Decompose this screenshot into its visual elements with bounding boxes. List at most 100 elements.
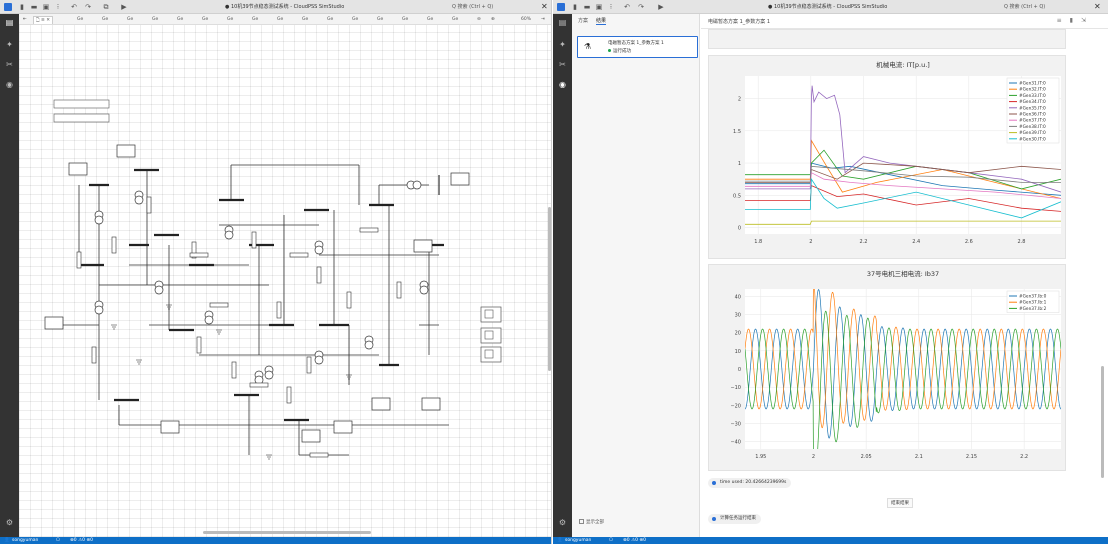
scope-block: [480, 306, 502, 323]
tab-13[interactable]: Ge: [402, 16, 408, 24]
clear-results-button[interactable]: 结束结果: [887, 498, 913, 508]
tab-0[interactable]: Ge: [77, 16, 83, 24]
tab-12[interactable]: Ge: [377, 16, 383, 24]
transformer-coil: [314, 355, 324, 365]
generator-box: [301, 429, 321, 443]
status-problems[interactable]: ⊗0 ⚠0 ⊛0: [70, 537, 93, 544]
tools-icon[interactable]: ✂: [5, 60, 14, 69]
legend-label: #Gen39.IT:0: [1019, 130, 1046, 136]
activity-bar: ▤ ✦ ✂ ◉ ⚙: [553, 14, 572, 537]
explorer-icon[interactable]: ▤: [5, 18, 14, 27]
status-user[interactable]: songyuman: [12, 537, 38, 544]
tab-8[interactable]: Ge: [277, 16, 283, 24]
save-icon[interactable]: ▣: [42, 3, 50, 11]
tab-7[interactable]: Ge: [252, 16, 258, 24]
legend-label: #Gen37.Ib:1: [1019, 300, 1047, 306]
job-title: 电磁暂态方案 1_参数方案 1: [608, 41, 664, 46]
tab-results[interactable]: 结果: [596, 17, 607, 25]
legend-label: #Gen37.Ib:0: [1019, 294, 1047, 300]
tab-14[interactable]: Ge: [427, 16, 433, 24]
settings-gear-icon[interactable]: ⚙: [5, 518, 14, 527]
tab-9[interactable]: Ge: [302, 16, 308, 24]
open-folder-icon[interactable]: ▬: [30, 3, 38, 11]
result-toolbar: ≡▮⇲: [1057, 17, 1094, 24]
tools-icon[interactable]: ✂: [558, 60, 567, 69]
run-panel-icon[interactable]: ◉: [5, 80, 14, 89]
y-tick-label: 10: [735, 349, 741, 355]
tab-3[interactable]: Ge: [152, 16, 158, 24]
settings-gear-icon[interactable]: ⚙: [558, 518, 567, 527]
transformer-coil: [419, 285, 429, 295]
run-icon[interactable]: ▶: [120, 3, 128, 11]
diagram-canvas[interactable]: [19, 25, 551, 537]
delete-icon[interactable]: ▮: [1070, 17, 1081, 24]
tab-6[interactable]: Ge: [227, 16, 233, 24]
open-folder-icon[interactable]: ▬: [583, 3, 591, 11]
generator-box: [450, 172, 470, 186]
tab-5[interactable]: Ge: [202, 16, 208, 24]
redo-icon[interactable]: ↷: [84, 3, 92, 11]
status-problems[interactable]: ⊗0 ⚠0 ⊛0: [623, 537, 646, 544]
transformer-coil: [264, 370, 274, 380]
explorer-icon[interactable]: ▤: [558, 18, 567, 27]
fit-icon[interactable]: ⇥: [541, 16, 545, 24]
tab-15[interactable]: Ge: [452, 16, 458, 24]
run-icon[interactable]: ▶: [657, 3, 665, 11]
layout-icon[interactable]: ⧉: [102, 3, 110, 11]
zoom-level: 60%: [521, 17, 532, 22]
tab-scheme[interactable]: 方案: [578, 17, 588, 24]
editor-window: ▮ ▬ ▣ ⁝ ↶ ↷ ⧉ ▶ ● 10机39节点稳态测试系统 - CloudP…: [0, 0, 552, 544]
y-tick-label: 0: [738, 226, 741, 232]
menu-more-icon[interactable]: ⁝: [607, 3, 615, 11]
y-tick-label: −20: [730, 403, 741, 409]
chart-card-prev: [708, 29, 1066, 49]
undo-icon[interactable]: ↶: [70, 3, 78, 11]
line-element: [76, 251, 82, 269]
tab-collapse-icon[interactable]: ⇤: [23, 16, 27, 24]
save-icon[interactable]: ▣: [595, 3, 603, 11]
x-tick-label: 2: [812, 454, 815, 460]
close-icon[interactable]: ✕: [541, 2, 548, 11]
list-icon[interactable]: ≡: [1057, 17, 1070, 24]
horizontal-scrollbar[interactable]: [203, 531, 371, 534]
tab-10[interactable]: Ge: [327, 16, 333, 24]
tab-11[interactable]: Ge: [352, 16, 358, 24]
search-box[interactable]: Q 搜索 (Ctrl + Q): [1004, 3, 1045, 10]
export-icon[interactable]: ⇲: [1081, 17, 1094, 24]
menu-more-icon[interactable]: ⁝: [54, 3, 62, 11]
zoom-in-icon[interactable]: ⊕: [491, 16, 495, 24]
status-user[interactable]: songyuman: [565, 537, 591, 544]
x-tick-label: 2.2: [860, 239, 868, 245]
component-icon[interactable]: ✦: [558, 40, 567, 49]
search-box[interactable]: Q 搜索 (Ctrl + Q): [452, 3, 493, 10]
status-bell-icon: ⎔: [56, 538, 60, 543]
checkbox-icon[interactable]: [579, 519, 584, 524]
new-file-icon[interactable]: ▮: [571, 3, 579, 11]
show-all-label: 显示全部: [586, 520, 604, 525]
run-panel-icon[interactable]: ◉: [558, 80, 567, 89]
component-icon[interactable]: ✦: [5, 40, 14, 49]
x-tick-label: 1.8: [754, 239, 762, 245]
tab-active[interactable]: 🗋 ≡ ✕: [33, 16, 54, 24]
tab-2[interactable]: Ge: [127, 16, 133, 24]
zoom-out-icon[interactable]: ⊖: [477, 16, 481, 24]
close-icon[interactable]: ✕: [1094, 2, 1101, 11]
undo-icon[interactable]: ↶: [623, 3, 631, 11]
vertical-scrollbar[interactable]: [548, 207, 551, 371]
redo-icon[interactable]: ↷: [637, 3, 645, 11]
tab-1[interactable]: Ge: [102, 16, 108, 24]
show-all-toggle[interactable]: 显示全部: [579, 519, 604, 525]
tab-4[interactable]: Ge: [177, 16, 183, 24]
x-tick-label: 2.1: [915, 454, 923, 460]
transformer-coil: [314, 245, 324, 255]
source-circle: [412, 180, 422, 190]
result-scrollbar[interactable]: [1101, 366, 1104, 478]
generator-box: [116, 144, 136, 158]
y-tick-label: −40: [730, 440, 741, 446]
job-item[interactable]: ⚗ 电磁暂态方案 1_参数方案 1 运行成功: [577, 36, 698, 58]
new-file-icon[interactable]: ▮: [18, 3, 26, 11]
x-tick-label: 2.8: [1018, 239, 1026, 245]
line-element: [91, 346, 97, 364]
chart-mechanical-current: 1.8 2 2.2 2.4 2.6 2.8 0 0.5 1 1.5 2 机械电流: IT[p.u.] #…: [733, 60, 1061, 245]
chart-title: 机械电流: IT[p.u.]: [876, 60, 930, 69]
